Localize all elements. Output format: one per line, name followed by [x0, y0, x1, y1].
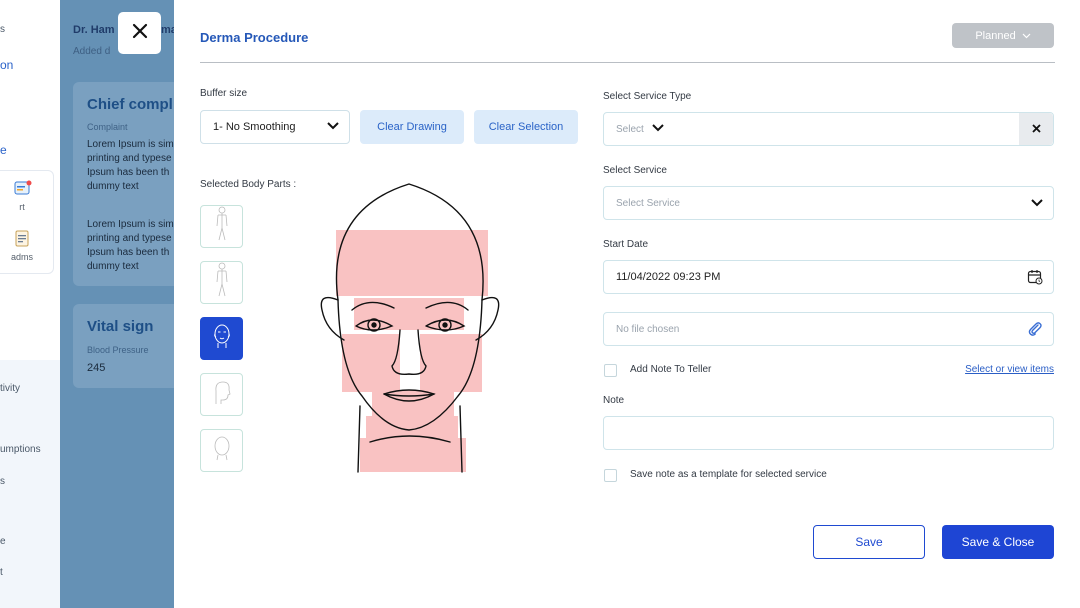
service-type-label: Select Service Type — [603, 91, 692, 102]
sidebar-text-fragment: tivity — [0, 383, 20, 394]
document-icon — [14, 230, 32, 248]
full-body-front-icon — [215, 206, 229, 247]
calendar-icon[interactable] — [1027, 269, 1043, 288]
chief-complaint-text: Lorem Ipsum is sim printing and typese I… — [87, 139, 174, 192]
close-modal-button[interactable] — [118, 12, 161, 54]
face-drawing-canvas[interactable] — [314, 180, 504, 476]
chevron-down-icon — [327, 121, 339, 133]
buffer-size-label: Buffer size — [200, 88, 248, 99]
chief-complaint-card: Chief compl Complaint Lorem Ipsum is sim… — [73, 82, 174, 286]
doctor-name-end: ma — [161, 24, 174, 36]
add-note-teller-label: Add Note To Teller — [630, 364, 712, 375]
status-label: Planned — [975, 29, 1016, 42]
head-side-icon — [211, 379, 233, 410]
selected-body-parts-label: Selected Body Parts : — [200, 179, 297, 190]
body-part-thumb[interactable] — [200, 261, 243, 304]
status-dropdown[interactable]: Planned — [952, 23, 1054, 48]
buffer-size-value: 1- No Smoothing — [213, 121, 296, 133]
service-type-placeholder: Select — [616, 123, 644, 135]
sidebar-text-fragment: t — [0, 567, 3, 578]
service-type-select[interactable]: Select — [603, 112, 1054, 146]
service-select[interactable]: Select Service — [603, 186, 1054, 220]
chief-complaint-text: Lorem Ipsum is sim printing and typese I… — [87, 219, 174, 272]
save-template-checkbox[interactable] — [604, 469, 617, 482]
start-date-label: Start Date — [603, 239, 649, 250]
chevron-down-icon — [1022, 30, 1031, 42]
sidebar-text-fragment: umptions — [0, 444, 41, 455]
background-overlay: Dr. Ham ma Added d Chief compl Complaint… — [60, 0, 174, 608]
save-template-label: Save note as a template for selected ser… — [630, 469, 827, 480]
start-date-input[interactable]: 11/04/2022 09:23 PM — [603, 260, 1054, 294]
header-divider — [200, 62, 1055, 63]
body-part-thumb[interactable] — [200, 205, 243, 248]
modal-title: Derma Procedure — [200, 30, 309, 45]
doctor-name: Dr. Ham — [73, 24, 115, 36]
added-label: Added d — [73, 46, 111, 57]
add-note-teller-checkbox[interactable] — [604, 364, 617, 377]
paperclip-icon[interactable] — [1027, 321, 1043, 340]
close-icon — [1031, 122, 1041, 136]
body-part-thumb-selected[interactable] — [200, 317, 243, 360]
service-label: Select Service — [603, 165, 667, 176]
face-front-icon — [211, 323, 233, 354]
sidebar-text-fragment: e — [0, 143, 7, 157]
note-input[interactable] — [603, 416, 1054, 450]
body-part-thumb[interactable] — [200, 429, 243, 472]
sidebar-text-fragment: s — [0, 24, 5, 35]
clear-service-type-button[interactable] — [1019, 113, 1053, 145]
sidebar-text-fragment: s — [0, 476, 5, 487]
sidebar-bottom-section — [0, 360, 60, 608]
start-date-value: 11/04/2022 09:23 PM — [616, 271, 721, 283]
sidebar-shortcut-label: rt — [19, 202, 25, 212]
buffer-size-select[interactable]: 1- No Smoothing — [200, 110, 350, 144]
body-part-thumb[interactable] — [200, 373, 243, 416]
full-body-back-icon — [215, 262, 229, 303]
sidebar-shortcut-card: rt adms — [0, 170, 54, 274]
file-placeholder: No file chosen — [616, 323, 680, 335]
save-button[interactable]: Save — [813, 525, 925, 559]
vital-sign-card: Vital sign Blood Pressure 245 — [73, 304, 174, 388]
sidebar-text-fragment: on — [0, 58, 14, 72]
report-icon — [14, 180, 32, 198]
derma-procedure-modal: Derma Procedure Planned Buffer size 1- N… — [174, 0, 1080, 608]
save-and-close-button[interactable]: Save & Close — [942, 525, 1054, 559]
vital-sign-title: Vital sign — [87, 318, 154, 335]
select-view-items-link[interactable]: Select or view items — [965, 364, 1054, 375]
background-sidebar: s on e rt adms tivity umptions s e t — [0, 0, 60, 608]
vital-sign-subtitle: Blood Pressure — [87, 345, 149, 355]
service-placeholder: Select Service — [616, 197, 680, 209]
file-upload-input[interactable]: No file chosen — [603, 312, 1054, 346]
head-back-icon — [211, 435, 233, 466]
sidebar-text-fragment: e — [0, 536, 6, 547]
chevron-down-icon — [1031, 199, 1043, 210]
clear-drawing-button[interactable]: Clear Drawing — [360, 110, 464, 144]
chevron-down-icon — [652, 123, 664, 135]
chief-complaint-subtitle: Complaint — [87, 122, 128, 132]
clear-selection-button[interactable]: Clear Selection — [474, 110, 578, 144]
note-label: Note — [603, 395, 625, 406]
close-icon — [132, 23, 148, 44]
vital-sign-value: 245 — [87, 362, 106, 374]
sidebar-shortcut-label: adms — [10, 252, 33, 262]
chief-complaint-title: Chief compl — [87, 96, 173, 113]
